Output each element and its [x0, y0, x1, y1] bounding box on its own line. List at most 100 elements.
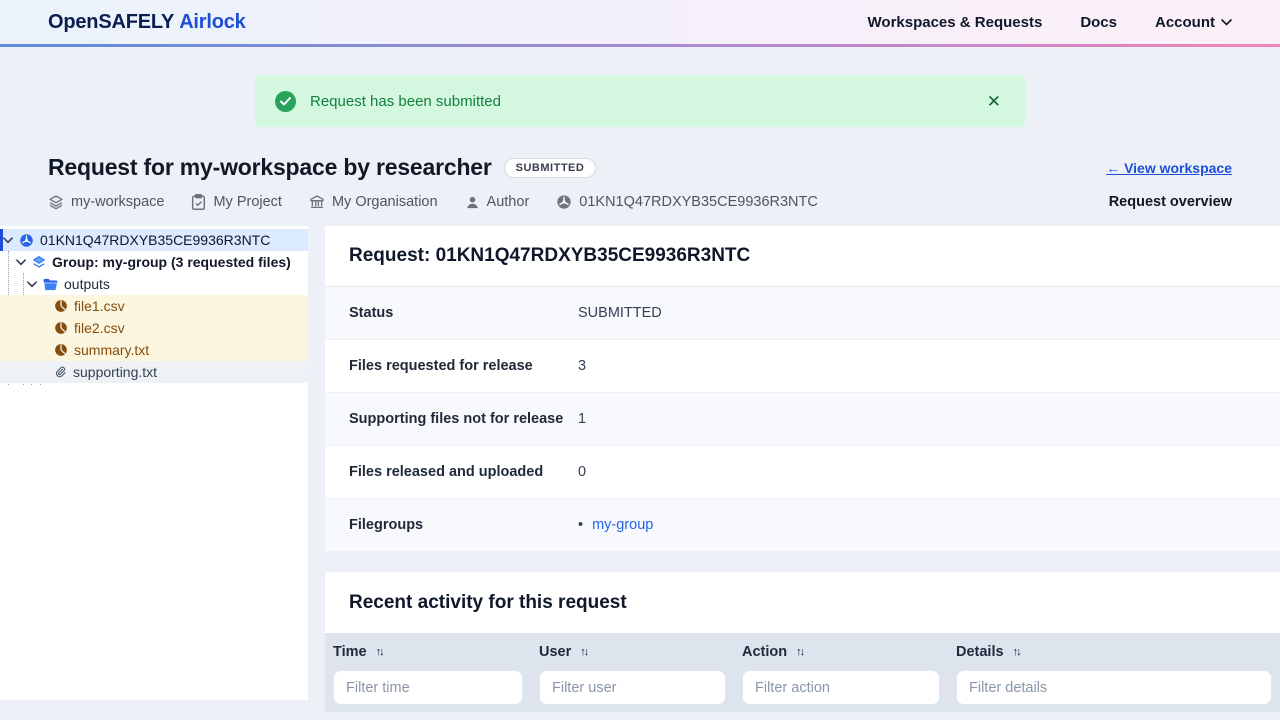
activity-table-header: Time ↑↓ User ↑↓ Action ↑↓ Details ↑↓: [325, 633, 1280, 669]
detail-row-status: Status SUBMITTED: [325, 287, 1280, 340]
view-workspace-link[interactable]: ← View workspace: [1106, 160, 1232, 176]
close-icon[interactable]: ✕: [983, 89, 1005, 114]
meta-workspace: my-workspace: [48, 194, 164, 210]
tree-item-filegroup[interactable]: Group: my-group (3 requested files): [0, 251, 308, 273]
recent-activity-heading: Recent activity for this request: [325, 572, 1280, 633]
logo-primary: OpenSAFELY: [48, 11, 174, 33]
output-file-icon: [54, 343, 68, 357]
tree-item-file[interactable]: summary.txt: [0, 339, 308, 361]
filter-details-input[interactable]: [956, 670, 1272, 705]
folder-icon: [43, 278, 58, 291]
success-check-icon: [275, 91, 296, 112]
cube-icon: [556, 194, 572, 210]
detail-row-filegroups: Filegroups • my-group: [325, 499, 1280, 552]
layers-icon: [48, 194, 64, 210]
clipboard-icon: [191, 194, 206, 210]
request-cube-icon: [19, 233, 34, 248]
tree-item-label: file1.csv: [74, 298, 125, 314]
tree-item-file[interactable]: supporting.txt: [0, 361, 308, 383]
bank-icon: [309, 194, 325, 210]
column-label: Action: [742, 644, 787, 660]
page-title: Request for my-workspace by researcher: [48, 154, 492, 181]
tree-item-label: supporting.txt: [73, 364, 157, 380]
file-tree-sidebar: 01KN1Q47RDXYB35CE9936R3NTC Group: my-gro…: [0, 226, 308, 700]
nav-workspaces-requests[interactable]: Workspaces & Requests: [868, 14, 1043, 31]
filter-user-input[interactable]: [539, 670, 726, 705]
chevron-down-icon: [1221, 19, 1232, 26]
app-logo[interactable]: OpenSAFELYAirlock: [48, 11, 246, 34]
top-navbar: OpenSAFELYAirlock Workspaces & Requests …: [0, 0, 1280, 44]
meta-request-id: 01KN1Q47RDXYB35CE9936R3NTC: [556, 194, 818, 210]
detail-value: 0: [578, 464, 586, 480]
column-label: Details: [956, 644, 1004, 660]
status-badge: SUBMITTED: [504, 158, 597, 178]
meta-organisation: My Organisation: [309, 194, 438, 210]
recent-activity-card: Recent activity for this request Time ↑↓…: [325, 572, 1280, 712]
logo-secondary: Airlock: [179, 11, 245, 33]
tree-item-label: 01KN1Q47RDXYB35CE9936R3NTC: [40, 232, 270, 248]
detail-label: Filegroups: [349, 517, 578, 533]
sort-icon[interactable]: ↑↓: [580, 646, 587, 658]
chevron-down-icon[interactable]: [27, 281, 37, 288]
output-file-icon: [54, 299, 68, 313]
chevron-down-icon[interactable]: [16, 259, 26, 266]
detail-label: Status: [349, 305, 578, 321]
column-header-user[interactable]: User ↑↓: [531, 633, 734, 669]
nav-account-menu[interactable]: Account: [1155, 14, 1232, 31]
detail-label: Supporting files not for release: [349, 411, 578, 427]
sort-icon[interactable]: ↑↓: [376, 646, 383, 658]
detail-value: 1: [578, 411, 586, 427]
layers-icon: [32, 255, 46, 269]
detail-label: Files released and uploaded: [349, 464, 578, 480]
meta-author-label: Author: [487, 194, 530, 210]
output-file-icon: [54, 321, 68, 335]
sort-icon[interactable]: ↑↓: [1013, 646, 1020, 658]
nav-docs[interactable]: Docs: [1080, 14, 1117, 31]
chevron-down-icon[interactable]: [3, 237, 13, 244]
tree-item-file[interactable]: file1.csv: [0, 295, 308, 317]
detail-value: SUBMITTED: [578, 305, 662, 321]
filegroup-link[interactable]: my-group: [592, 517, 653, 533]
filter-time-input[interactable]: [333, 670, 523, 705]
toast-message: Request has been submitted: [310, 93, 983, 110]
tree-item-label: outputs: [64, 276, 110, 292]
request-details-heading: Request: 01KN1Q47RDXYB35CE9936R3NTC: [325, 226, 1280, 287]
meta-organisation-label: My Organisation: [332, 194, 438, 210]
nav-account-label: Account: [1155, 14, 1215, 31]
tree-item-request-root[interactable]: 01KN1Q47RDXYB35CE9936R3NTC: [0, 229, 308, 251]
detail-row-files-requested: Files requested for release 3: [325, 340, 1280, 393]
navbar-gradient-divider: [0, 44, 1280, 47]
column-header-action[interactable]: Action ↑↓: [734, 633, 948, 669]
meta-author: Author: [465, 194, 530, 210]
meta-workspace-label: my-workspace: [71, 194, 164, 210]
sort-icon[interactable]: ↑↓: [796, 646, 803, 658]
tree-item-outputs-folder[interactable]: outputs: [0, 273, 308, 295]
bullet-glyph: •: [578, 517, 583, 533]
request-details-card: Request: 01KN1Q47RDXYB35CE9936R3NTC Stat…: [325, 226, 1280, 552]
detail-value: 3: [578, 358, 586, 374]
primary-nav: Workspaces & Requests Docs Account: [868, 14, 1232, 31]
column-label: Time: [333, 644, 367, 660]
column-label: User: [539, 644, 571, 660]
tree-item-label: file2.csv: [74, 320, 125, 336]
success-toast: Request has been submitted ✕: [255, 75, 1025, 127]
card-gap: [325, 552, 1280, 572]
activity-table-filters: [325, 669, 1280, 712]
request-meta: my-workspace My Project My Organisation: [48, 194, 818, 210]
column-header-details[interactable]: Details ↑↓: [948, 633, 1280, 669]
meta-project: My Project: [191, 194, 282, 210]
tree-item-label: summary.txt: [74, 342, 149, 358]
column-header-time[interactable]: Time ↑↓: [325, 633, 531, 669]
tree-item-label: Group: my-group (3 requested files): [52, 254, 291, 270]
airlock-request-page: OpenSAFELYAirlock Workspaces & Requests …: [0, 0, 1280, 720]
user-icon: [465, 195, 480, 210]
detail-row-supporting-files: Supporting files not for release 1: [325, 393, 1280, 446]
paperclip-icon: [54, 365, 67, 379]
tree-item-file[interactable]: file2.csv: [0, 317, 308, 339]
request-overview-label: Request overview: [1109, 194, 1232, 210]
detail-label: Files requested for release: [349, 358, 578, 374]
meta-request-id-label: 01KN1Q47RDXYB35CE9936R3NTC: [579, 194, 818, 210]
filter-action-input[interactable]: [742, 670, 940, 705]
meta-project-label: My Project: [213, 194, 282, 210]
detail-row-files-released: Files released and uploaded 0: [325, 446, 1280, 499]
